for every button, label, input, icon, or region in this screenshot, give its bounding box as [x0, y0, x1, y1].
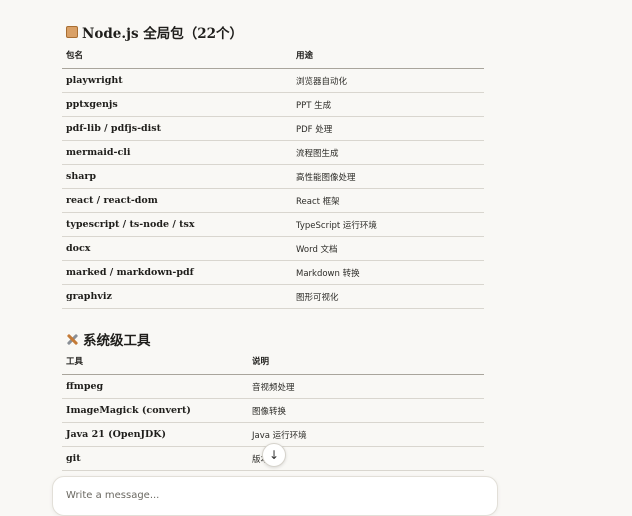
table-row: pdf-lib / pdfjs-dist PDF 处理	[62, 116, 484, 141]
package-name: mermaid-cli	[62, 140, 292, 165]
package-desc: TypeScript 运行环境	[292, 212, 484, 237]
package-desc: 高性能图像处理	[292, 164, 484, 189]
table-header-row: 工具 说明	[62, 348, 484, 375]
message-composer[interactable]	[52, 476, 498, 516]
table-row: docx Word 文档	[62, 236, 484, 261]
column-header: 用途	[292, 42, 484, 69]
tool-name: ImageMagick (convert)	[62, 398, 248, 423]
package-name: marked / markdown-pdf	[62, 260, 292, 285]
package-icon	[66, 26, 78, 38]
package-desc: PPT 生成	[292, 92, 484, 117]
package-desc: Word 文档	[292, 236, 484, 261]
table-row: react / react-dom React 框架	[62, 188, 484, 213]
tool-name: Java 21 (OpenJDK)	[62, 422, 248, 447]
section-title-system: 系统级工具	[66, 329, 151, 349]
package-name: sharp	[62, 164, 292, 189]
tool-desc: 图像转换	[248, 398, 484, 423]
package-name: typescript / ts-node / tsx	[62, 212, 292, 237]
column-header: 说明	[248, 348, 484, 375]
package-name: react / react-dom	[62, 188, 292, 213]
arrow-down-icon: ↓	[268, 448, 280, 462]
tool-name: git	[62, 446, 248, 471]
package-name: pptxgenjs	[62, 92, 292, 117]
hammer-wrench-icon	[66, 333, 79, 346]
message-input[interactable]	[64, 489, 468, 502]
package-name: graphviz	[62, 284, 292, 309]
column-header: 包名	[62, 42, 292, 69]
table-row: playwright 浏览器自动化	[62, 68, 484, 93]
package-name: pdf-lib / pdfjs-dist	[62, 116, 292, 141]
package-name: docx	[62, 236, 292, 261]
section-title-node: Node.js 全局包（22个）	[66, 22, 243, 42]
section-title-text: 系统级工具	[83, 333, 151, 349]
package-desc: PDF 处理	[292, 116, 484, 141]
package-desc: 浏览器自动化	[292, 68, 484, 93]
column-header: 工具	[62, 348, 248, 375]
package-desc: React 框架	[292, 188, 484, 213]
package-desc: 图形可视化	[292, 284, 484, 309]
scroll-to-bottom-button[interactable]: ↓	[262, 443, 286, 467]
table-row: mermaid-cli 流程图生成	[62, 140, 484, 165]
table-row: ffmpeg 音视频处理	[62, 374, 484, 399]
tool-desc: 音视频处理	[248, 374, 484, 399]
table-row: typescript / ts-node / tsx TypeScript 运行环…	[62, 212, 484, 237]
package-desc: 流程图生成	[292, 140, 484, 165]
table-row: pptxgenjs PPT 生成	[62, 92, 484, 117]
table-row: graphviz 图形可视化	[62, 284, 484, 309]
node-packages-table: 包名 用途 playwright 浏览器自动化 pptxgenjs PPT 生成 p…	[62, 42, 484, 309]
table-header-row: 包名 用途	[62, 42, 484, 69]
table-row: marked / markdown-pdf Markdown 转换	[62, 260, 484, 285]
table-row: ImageMagick (convert) 图像转换	[62, 398, 484, 423]
table-row: sharp 高性能图像处理	[62, 164, 484, 189]
package-desc: Markdown 转换	[292, 260, 484, 285]
tool-name: ffmpeg	[62, 374, 248, 399]
tool-desc: Java 运行环境	[248, 422, 484, 447]
section-title-text: Node.js 全局包（22个）	[82, 26, 244, 42]
package-name: playwright	[62, 68, 292, 93]
